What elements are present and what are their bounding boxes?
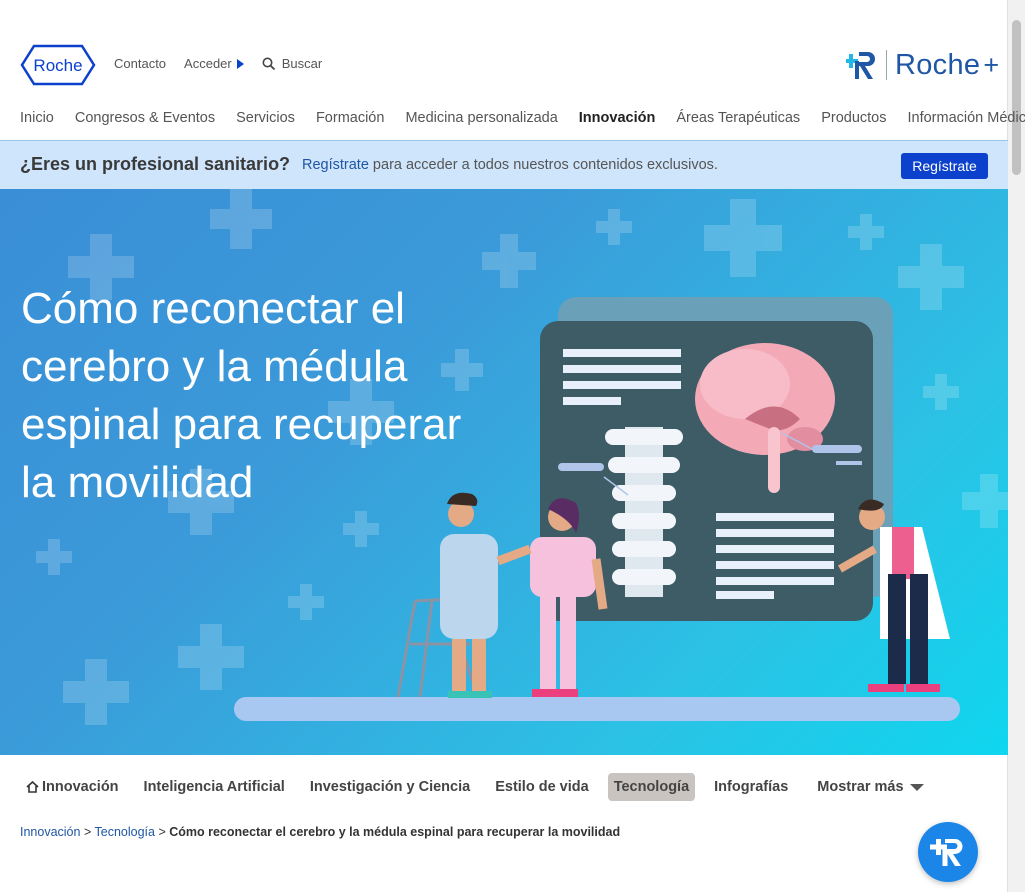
search-button[interactable]: Buscar	[262, 56, 322, 71]
banner-register-link[interactable]: Regístrate	[302, 157, 369, 173]
search-label: Buscar	[281, 56, 323, 71]
page-scrollbar[interactable]	[1007, 0, 1025, 892]
subnav-innovacion[interactable]: Innovación	[20, 773, 125, 801]
play-arrow-icon	[236, 58, 244, 69]
main-nav: Inicio Congresos & Eventos Servicios For…	[20, 110, 1025, 126]
login-link[interactable]: Acceder	[184, 56, 244, 71]
home-icon	[26, 781, 39, 793]
search-icon	[262, 57, 275, 70]
top-header: Roche Contacto Acceder Buscar Roche +	[0, 0, 1008, 100]
nav-inicio[interactable]: Inicio	[20, 110, 54, 126]
chevron-down-icon	[909, 783, 924, 791]
roche-plus-brand[interactable]: Roche +	[846, 48, 999, 82]
roche-plus-mark-icon	[846, 52, 875, 79]
brand-separator	[886, 50, 887, 80]
nav-informacion-medica[interactable]: Información Médica	[907, 110, 1025, 126]
nav-areas-terapeuticas[interactable]: Áreas Terapéuticas	[676, 110, 800, 126]
hero-title: Cómo reconectar el cerebro y la médula e…	[21, 284, 462, 508]
brain-label	[812, 445, 862, 453]
breadcrumb-separator: >	[80, 825, 95, 839]
professional-question: ¿Eres un profesional sanitario?	[20, 154, 291, 174]
roche-hexagon-icon: Roche	[20, 44, 96, 86]
breadcrumb-separator: >	[154, 825, 170, 839]
professional-banner: ¿Eres un profesional sanitario? Regístra…	[0, 140, 1008, 189]
roche-plus-suffix: +	[983, 49, 1000, 80]
top-links: Contacto Acceder Buscar	[114, 56, 322, 71]
nav-formacion[interactable]: Formación	[316, 110, 385, 126]
roche-logo[interactable]: Roche	[20, 44, 96, 86]
roche-plus-name: Roche	[895, 48, 981, 81]
subnav-estilo-de-vida[interactable]: Estilo de vida	[489, 773, 594, 801]
subnav-tecnologia[interactable]: Tecnología	[607, 773, 696, 801]
nav-innovacion[interactable]: Innovación	[579, 110, 656, 126]
roche-plus-floating-button[interactable]	[918, 822, 978, 882]
subnav-infografias[interactable]: Infografías	[708, 773, 794, 801]
breadcrumb-innovacion[interactable]: Innovación	[20, 825, 80, 839]
subnav-investigacion-ciencia[interactable]: Investigación y Ciencia	[304, 773, 476, 801]
subnav-inteligencia-artificial[interactable]: Inteligencia Artificial	[138, 773, 291, 801]
banner-message: Regístrate para acceder a todos nuestros…	[302, 157, 718, 173]
nav-productos[interactable]: Productos	[821, 110, 886, 126]
subnav-innovacion-label: Innovación	[42, 779, 119, 795]
show-more-button[interactable]: Mostrar más	[811, 773, 929, 801]
roche-plus-chat-icon	[930, 839, 963, 866]
banner-message-text: para acceder a todos nuestros contenidos…	[368, 157, 718, 173]
contact-link[interactable]: Contacto	[114, 56, 166, 71]
spine-label	[558, 463, 604, 471]
login-label: Acceder	[184, 56, 232, 71]
scrollbar-thumb[interactable]	[1012, 20, 1021, 175]
breadcrumb-current: Cómo reconectar el cerebro y la médula e…	[169, 825, 621, 839]
breadcrumb: Innovación > Tecnología > Cómo reconecta…	[20, 825, 620, 839]
nav-medicina-personalizada[interactable]: Medicina personalizada	[405, 110, 557, 126]
logo-text: Roche	[33, 56, 82, 75]
nav-servicios[interactable]: Servicios	[236, 110, 295, 126]
sub-nav: Innovación Inteligencia Artificial Inves…	[20, 773, 943, 801]
show-more-label: Mostrar más	[817, 779, 904, 795]
nav-congresos-eventos[interactable]: Congresos & Eventos	[75, 110, 215, 126]
floor-platform	[234, 697, 960, 721]
register-button[interactable]: Regístrate	[901, 153, 988, 179]
breadcrumb-tecnologia[interactable]: Tecnología	[95, 825, 155, 839]
contact-label: Contacto	[114, 56, 167, 71]
hero-banner: Cómo reconectar el cerebro y la médula e…	[0, 189, 1008, 755]
